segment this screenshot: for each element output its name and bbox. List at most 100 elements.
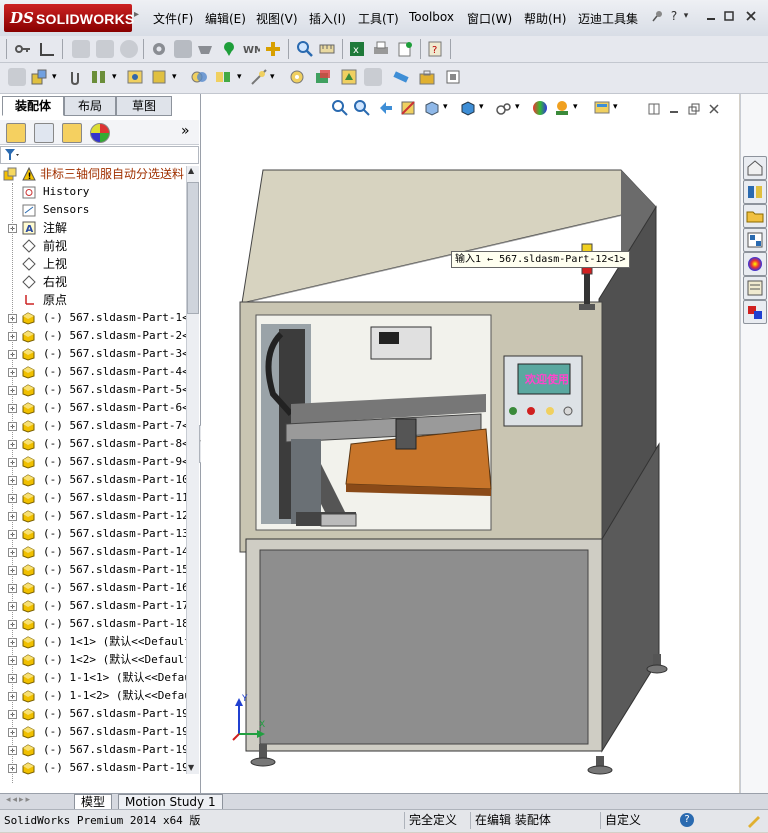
custom-properties-icon[interactable] xyxy=(743,276,767,300)
toolbox-icon[interactable] xyxy=(418,68,436,86)
ruler-icon[interactable] xyxy=(392,68,410,86)
tree-root-assembly[interactable]: ! 非标三轴伺服自动分选送料 xyxy=(0,165,186,183)
restore-button[interactable] xyxy=(722,9,736,23)
sketch-line-icon[interactable] xyxy=(38,40,56,58)
menu-edit[interactable]: 编辑(E) xyxy=(205,10,246,27)
dropdown-icon[interactable]: ▾ xyxy=(112,72,117,82)
menu-view[interactable]: 视图(V) xyxy=(256,10,298,27)
status-units[interactable]: 自定义 xyxy=(600,812,651,829)
bowl-icon[interactable] xyxy=(196,40,214,58)
pattern-icon[interactable] xyxy=(90,68,108,86)
view-toggle-icon[interactable] xyxy=(444,68,462,86)
smart-fastener-icon[interactable] xyxy=(126,68,144,86)
resize-grip-icon[interactable] xyxy=(744,812,762,833)
tree-item[interactable]: + (-) 567.sldasm-Part-19< xyxy=(0,723,186,741)
menu-insert[interactable]: 插入(I) xyxy=(309,10,346,27)
help-book-icon[interactable]: ? xyxy=(426,40,444,58)
tree-item[interactable]: + (-) 567.sldasm-Part-14< xyxy=(0,543,186,561)
filter-icon[interactable] xyxy=(4,148,20,165)
tree-item[interactable]: History xyxy=(0,183,186,201)
menu-file[interactable]: 文件(F) xyxy=(153,10,193,27)
help-dropdown-icon[interactable]: ▾ xyxy=(679,9,693,23)
status-help-icon[interactable]: ? xyxy=(680,813,694,827)
tree-item[interactable]: + (-) 567.sldasm-Part-13< xyxy=(0,525,186,543)
menu-toolbox[interactable]: Toolbox xyxy=(409,10,454,24)
tree-filter-field[interactable] xyxy=(0,146,199,164)
tree-item[interactable]: + (-) 567.sldasm-Part-19< xyxy=(0,759,186,777)
component-disabled-icon[interactable] xyxy=(96,40,114,58)
key-icon[interactable] xyxy=(14,40,32,58)
instant3d-icon[interactable] xyxy=(288,68,306,86)
tree-item[interactable]: 原点 xyxy=(0,291,186,309)
tree-item[interactable]: 前视 xyxy=(0,237,186,255)
expand-panel-icon[interactable]: » xyxy=(181,123,190,139)
tree-item[interactable]: + (-) 567.sldasm-Part-16< xyxy=(0,579,186,597)
explode-line-icon[interactable] xyxy=(250,68,268,86)
menu-help[interactable]: 帮助(H) xyxy=(524,10,566,27)
tree-item[interactable]: + (-) 567.sldasm-Part-9<1 xyxy=(0,453,186,471)
dropdown-icon[interactable]: ▾ xyxy=(52,72,57,82)
configuration-icon[interactable] xyxy=(174,40,192,58)
display-manager-icon[interactable] xyxy=(90,123,110,143)
tree-item[interactable]: + (-) 1-1<1> (默认<<Defau xyxy=(0,669,186,687)
tab-sketch[interactable]: 草图 xyxy=(116,96,172,116)
interference-icon[interactable] xyxy=(190,68,208,86)
paperclip-icon[interactable] xyxy=(66,68,84,86)
view-palette-icon[interactable] xyxy=(743,228,767,252)
tree-item[interactable]: Sensors xyxy=(0,201,186,219)
plus-cross-icon[interactable] xyxy=(264,40,282,58)
tree-item[interactable]: + (-) 567.sldasm-Part-18< xyxy=(0,615,186,633)
tab-layout[interactable]: 布局 xyxy=(64,96,116,116)
tree-item[interactable]: + (-) 567.sldasm-Part-3<1 xyxy=(0,345,186,363)
tree-item[interactable]: + (-) 1<2> (默认<<Default xyxy=(0,651,186,669)
tree-item[interactable]: 上视 xyxy=(0,255,186,273)
feature-tree-icon[interactable] xyxy=(6,123,26,143)
graphics-viewport[interactable]: ▾ ▾ ▾ ▾ ▾ 欢迎使用 Y X xyxy=(201,94,739,793)
tree-item[interactable]: + (-) 567.sldasm-Part-19< xyxy=(0,705,186,723)
property-manager-icon[interactable] xyxy=(34,123,54,143)
reference-geometry-icon[interactable] xyxy=(314,68,332,86)
tree-item[interactable]: + (-) 567.sldasm-Part-11< xyxy=(0,489,186,507)
print-icon[interactable] xyxy=(372,40,390,58)
insert-component-icon[interactable] xyxy=(8,68,26,86)
tree-item[interactable]: + (-) 567.sldasm-Part-5<1 xyxy=(0,381,186,399)
mate-icon[interactable] xyxy=(30,68,48,86)
bill-of-materials-disabled-icon[interactable] xyxy=(364,68,382,86)
tree-item[interactable]: + (-) 567.sldasm-Part-7<1 xyxy=(0,417,186,435)
logo-arrow-icon[interactable]: ▸ xyxy=(134,9,142,25)
location-pin-icon[interactable] xyxy=(220,40,238,58)
close-button[interactable] xyxy=(744,9,758,23)
tree-item[interactable]: + (-) 567.sldasm-Part-4<1 xyxy=(0,363,186,381)
tree-item[interactable]: + (-) 567.sldasm-Part-1<1 xyxy=(0,309,186,327)
dropdown-icon[interactable]: ▾ xyxy=(172,72,177,82)
color-scheme-icon[interactable] xyxy=(743,300,767,324)
tree-scrollbar-thumb[interactable] xyxy=(187,182,199,314)
dropdown-icon[interactable]: ▾ xyxy=(270,72,275,82)
measure-icon[interactable] xyxy=(318,40,336,58)
excel-icon[interactable]: x xyxy=(348,40,366,58)
configuration-manager-icon[interactable] xyxy=(62,123,82,143)
design-library-icon[interactable] xyxy=(743,180,767,204)
tree-item[interactable]: + (-) 567.sldasm-Part-8<1 xyxy=(0,435,186,453)
component-icon[interactable] xyxy=(72,40,90,58)
gear-icon[interactable] xyxy=(150,40,168,58)
tree-item[interactable]: + A 注解 xyxy=(0,219,186,237)
file-star-icon[interactable] xyxy=(396,40,414,58)
minimize-button[interactable] xyxy=(704,9,718,23)
menu-tools[interactable]: 工具(T) xyxy=(358,10,399,27)
tree-item[interactable]: + (-) 567.sldasm-Part-2<1 xyxy=(0,327,186,345)
scroll-up-arrow-icon[interactable]: ▲ xyxy=(188,166,194,175)
tree-item[interactable]: + (-) 567.sldasm-Part-19< xyxy=(0,741,186,759)
tree-item[interactable]: + (-) 1<1> (默认<<Default xyxy=(0,633,186,651)
appearances-icon[interactable] xyxy=(743,252,767,276)
menu-maidi-tools[interactable]: 迈迪工具集 xyxy=(578,10,638,27)
tree-item[interactable]: + (-) 567.sldasm-Part-12< xyxy=(0,507,186,525)
search-icon[interactable] xyxy=(296,40,314,58)
tree-item[interactable]: + (-) 567.sldasm-Part-6<1 xyxy=(0,399,186,417)
move-component-icon[interactable] xyxy=(150,68,168,86)
chamfer-icon[interactable]: WM xyxy=(242,40,264,58)
pin-icon[interactable] xyxy=(651,9,665,23)
scroll-down-arrow-icon[interactable]: ▼ xyxy=(188,763,194,772)
tab-assembly[interactable]: 装配体 xyxy=(2,96,64,116)
solidworks-logo[interactable]: DS SOLIDWORKS xyxy=(4,4,134,32)
